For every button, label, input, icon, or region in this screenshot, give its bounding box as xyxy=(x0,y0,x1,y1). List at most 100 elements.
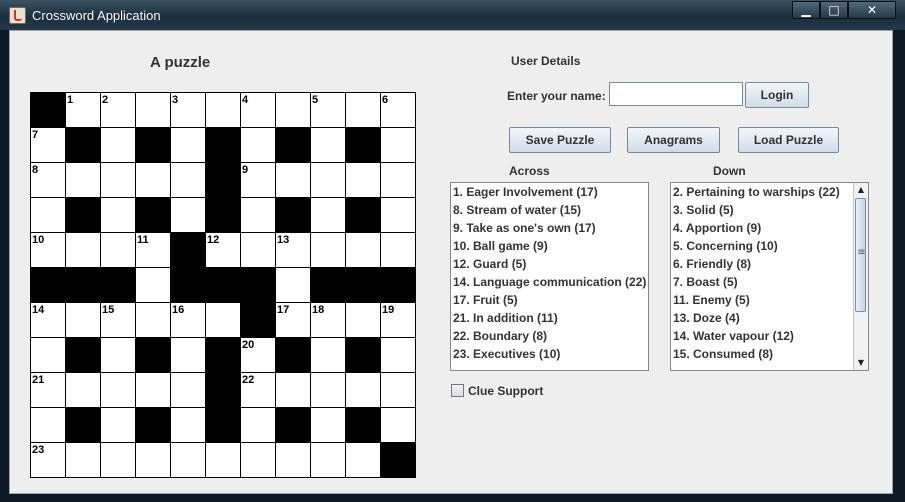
grid-cell[interactable]: 11 xyxy=(136,233,171,268)
grid-cell[interactable] xyxy=(276,373,311,408)
clue-item[interactable]: 10. Ball game (9) xyxy=(451,237,648,255)
clue-item[interactable]: 5. Concerning (10) xyxy=(671,237,853,255)
grid-cell[interactable] xyxy=(101,338,136,373)
scroll-up-arrow-icon[interactable]: ▲ xyxy=(854,183,868,197)
clue-item[interactable]: 1. Eager Involvement (17) xyxy=(451,183,648,201)
grid-cell[interactable]: 18 xyxy=(311,303,346,338)
anagrams-button[interactable]: Anagrams xyxy=(627,127,720,153)
grid-cell[interactable]: 7 xyxy=(31,128,66,163)
grid-cell[interactable]: 5 xyxy=(311,93,346,128)
grid-cell[interactable] xyxy=(136,268,171,303)
grid-cell[interactable] xyxy=(136,93,171,128)
grid-cell[interactable] xyxy=(346,443,381,478)
clue-item[interactable]: 2. Pertaining to warships (22) xyxy=(671,183,853,201)
grid-cell[interactable] xyxy=(171,373,206,408)
grid-cell[interactable] xyxy=(241,408,276,443)
grid-cell[interactable] xyxy=(66,233,101,268)
grid-cell[interactable]: 19 xyxy=(381,303,416,338)
grid-cell[interactable] xyxy=(101,408,136,443)
clue-item[interactable]: 9. Take as one's own (17) xyxy=(451,219,648,237)
grid-cell[interactable] xyxy=(276,93,311,128)
grid-cell[interactable]: 3 xyxy=(171,93,206,128)
grid-cell[interactable] xyxy=(171,408,206,443)
grid-cell[interactable] xyxy=(66,373,101,408)
grid-cell[interactable] xyxy=(381,163,416,198)
grid-cell[interactable] xyxy=(206,303,241,338)
grid-cell[interactable]: 15 xyxy=(101,303,136,338)
grid-cell[interactable] xyxy=(381,233,416,268)
grid-cell[interactable] xyxy=(346,163,381,198)
close-button[interactable]: ✕ xyxy=(848,1,896,19)
grid-cell[interactable] xyxy=(311,338,346,373)
clue-item[interactable]: 7. Boast (5) xyxy=(671,273,853,291)
clue-item[interactable]: 12. Guard (5) xyxy=(451,255,648,273)
grid-cell[interactable] xyxy=(276,268,311,303)
grid-cell[interactable] xyxy=(66,163,101,198)
grid-cell[interactable] xyxy=(241,233,276,268)
clue-item[interactable]: 11. Enemy (5) xyxy=(671,291,853,309)
grid-cell[interactable] xyxy=(31,338,66,373)
grid-cell[interactable] xyxy=(346,373,381,408)
maximize-button[interactable]: □ xyxy=(820,1,848,19)
grid-cell[interactable]: 8 xyxy=(31,163,66,198)
grid-cell[interactable] xyxy=(66,303,101,338)
grid-cell[interactable]: 13 xyxy=(276,233,311,268)
grid-cell[interactable] xyxy=(206,443,241,478)
clue-item[interactable]: 21. In addition (11) xyxy=(451,309,648,327)
grid-cell[interactable]: 17 xyxy=(276,303,311,338)
clue-item[interactable]: 14. Language communication (22) xyxy=(451,273,648,291)
grid-cell[interactable] xyxy=(381,373,416,408)
grid-cell[interactable] xyxy=(171,443,206,478)
grid-cell[interactable] xyxy=(101,443,136,478)
grid-cell[interactable] xyxy=(276,163,311,198)
grid-cell[interactable] xyxy=(311,198,346,233)
grid-cell[interactable] xyxy=(171,128,206,163)
clue-item[interactable]: 15. Consumed (8) xyxy=(671,345,853,363)
grid-cell[interactable] xyxy=(311,408,346,443)
grid-cell[interactable] xyxy=(346,93,381,128)
grid-cell[interactable]: 6 xyxy=(381,93,416,128)
grid-cell[interactable]: 1 xyxy=(66,93,101,128)
grid-cell[interactable]: 10 xyxy=(31,233,66,268)
grid-cell[interactable]: 22 xyxy=(241,373,276,408)
grid-cell[interactable] xyxy=(66,443,101,478)
grid-cell[interactable]: 2 xyxy=(101,93,136,128)
across-clues-list[interactable]: 1. Eager Involvement (17) 8. Stream of wa… xyxy=(450,182,649,371)
grid-cell[interactable] xyxy=(311,128,346,163)
grid-cell[interactable] xyxy=(311,373,346,408)
grid-cell[interactable] xyxy=(136,373,171,408)
grid-cell[interactable] xyxy=(136,303,171,338)
grid-cell[interactable]: 9 xyxy=(241,163,276,198)
grid-cell[interactable] xyxy=(101,198,136,233)
minimize-button[interactable]: ▁ xyxy=(792,1,820,19)
grid-cell[interactable] xyxy=(241,443,276,478)
grid-cell[interactable]: 23 xyxy=(31,443,66,478)
grid-cell[interactable]: 16 xyxy=(171,303,206,338)
grid-cell[interactable] xyxy=(381,338,416,373)
scrollbar-thumb[interactable]: ≡ xyxy=(855,198,866,312)
grid-cell[interactable]: 20 xyxy=(241,338,276,373)
clue-item[interactable]: 22. Boundary (8) xyxy=(451,327,648,345)
grid-cell[interactable] xyxy=(101,128,136,163)
login-button[interactable]: Login xyxy=(745,82,809,108)
grid-cell[interactable] xyxy=(311,233,346,268)
grid-cell[interactable] xyxy=(101,373,136,408)
grid-cell[interactable]: 21 xyxy=(31,373,66,408)
grid-cell[interactable] xyxy=(206,93,241,128)
grid-cell[interactable] xyxy=(381,408,416,443)
save-puzzle-button[interactable]: Save Puzzle xyxy=(509,127,611,153)
clue-item[interactable]: 3. Solid (5) xyxy=(671,201,853,219)
grid-cell[interactable] xyxy=(171,163,206,198)
down-clues-list[interactable]: 2. Pertaining to warships (22) 3. Solid (… xyxy=(670,182,869,371)
grid-cell[interactable] xyxy=(276,443,311,478)
grid-cell[interactable] xyxy=(311,443,346,478)
down-list-scrollbar[interactable]: ▲ ≡ ▼ xyxy=(853,183,868,370)
grid-cell[interactable] xyxy=(381,198,416,233)
name-input[interactable] xyxy=(609,82,743,106)
clue-item[interactable]: 13. Doze (4) xyxy=(671,309,853,327)
grid-cell[interactable] xyxy=(311,163,346,198)
clue-item[interactable]: 4. Apportion (9) xyxy=(671,219,853,237)
grid-cell[interactable] xyxy=(171,338,206,373)
grid-cell[interactable] xyxy=(31,408,66,443)
load-puzzle-button[interactable]: Load Puzzle xyxy=(738,127,839,153)
